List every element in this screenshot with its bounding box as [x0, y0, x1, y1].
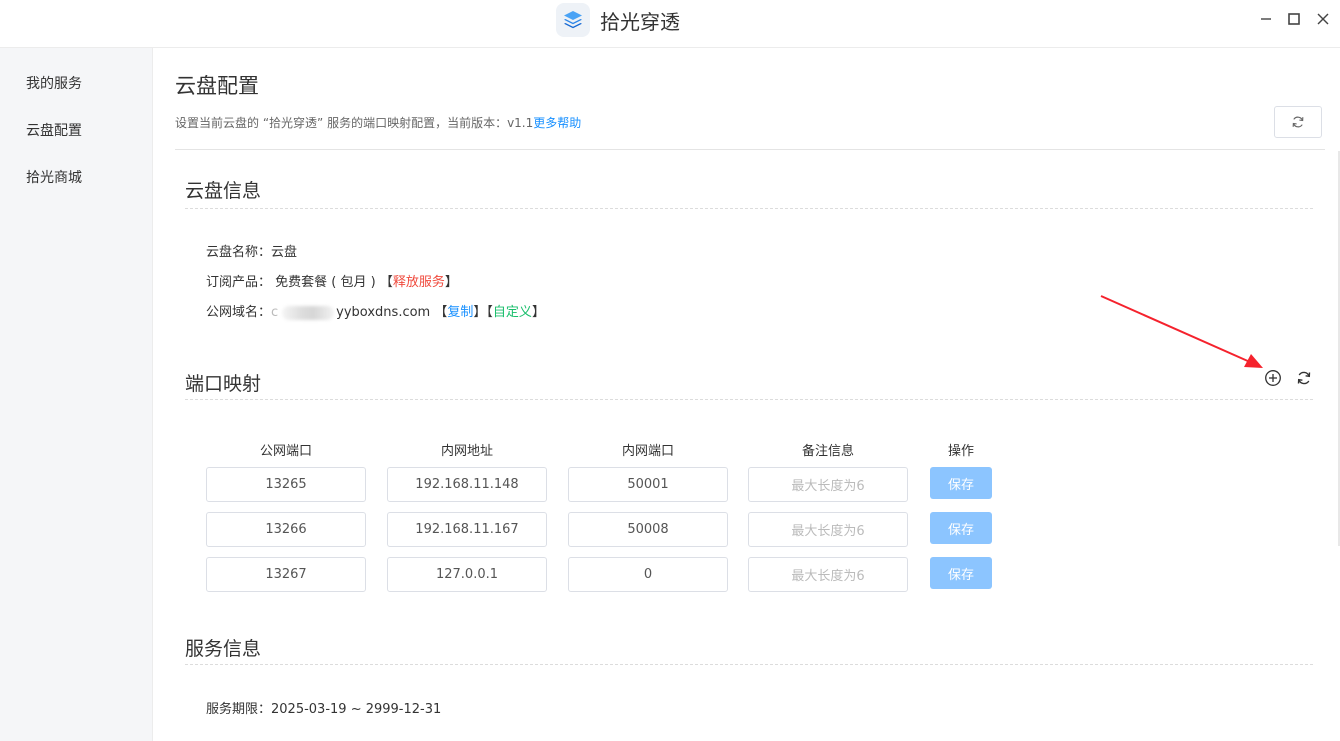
product-row: 订阅产品： 免费套餐 ( 包月 ) 【释放服务】: [206, 271, 458, 290]
save-button[interactable]: 保存: [930, 557, 992, 589]
add-mapping-button[interactable]: [1263, 368, 1283, 388]
main-content: 云盘配置 设置当前云盘的 “拾光穿透” 服务的端口映射配置，当前版本：v1.1更…: [153, 48, 1340, 741]
refresh-icon: [1297, 371, 1311, 385]
section-divider: [185, 399, 1313, 400]
page-title: 云盘配置: [175, 74, 259, 98]
service-period-value: 2025-03-19 ~ 2999-12-31: [271, 702, 442, 717]
note-input[interactable]: 最大长度为6: [748, 512, 908, 547]
bracket-open: 【: [379, 275, 393, 290]
close-button[interactable]: [1312, 8, 1334, 30]
sidebar-item-store[interactable]: 拾光商城: [26, 167, 82, 187]
domain-label: 公网域名：: [206, 305, 272, 320]
layers-icon: [556, 3, 590, 37]
section-divider: [185, 208, 1313, 209]
column-header-lan-port: 内网端口: [621, 444, 674, 459]
lan-address-input[interactable]: 127.0.0.1: [387, 557, 547, 592]
minimize-button[interactable]: [1255, 8, 1277, 30]
app-name: 拾光穿透: [600, 9, 680, 34]
sidebar-item-cloud-config[interactable]: 云盘配置: [26, 120, 82, 140]
service-period-row: 服务期限：2025-03-19 ~ 2999-12-31: [206, 698, 441, 717]
service-period-label: 服务期限：: [206, 702, 272, 717]
page-description: 设置当前云盘的 “拾光穿透” 服务的端口映射配置，当前版本：v1.1更多帮助: [175, 114, 581, 131]
domain-suffix: yyboxdns.com: [336, 305, 431, 320]
domain-row: 公网域名：c yyboxdns.com 【复制】【自定义】: [206, 301, 545, 320]
page-description-text: 设置当前云盘的 “拾光穿透” 服务的端口映射配置，当前版本：v1.1: [175, 116, 534, 130]
bracket-open: 【: [434, 305, 448, 320]
maximize-button[interactable]: [1283, 8, 1305, 30]
note-input[interactable]: 最大长度为6: [748, 467, 908, 502]
bracket-close: 】: [531, 305, 545, 320]
save-button[interactable]: 保存: [930, 467, 992, 499]
product-label: 订阅产品：: [206, 275, 272, 290]
section-title-service-info: 服务信息: [185, 638, 262, 660]
lan-port-input[interactable]: 50001: [568, 467, 728, 502]
column-header-public-port: 公网端口: [259, 444, 312, 459]
lan-address-input[interactable]: 192.168.11.148: [387, 467, 547, 502]
product-value: 免费套餐 ( 包月 ): [275, 275, 376, 290]
public-port-input[interactable]: 13266: [206, 512, 366, 547]
section-divider: [185, 664, 1313, 665]
cloud-name-row: 云盘名称：云盘: [206, 241, 297, 260]
public-port-input[interactable]: 13265: [206, 467, 366, 502]
custom-domain-link[interactable]: 自定义: [493, 305, 532, 320]
release-service-link[interactable]: 释放服务: [393, 275, 445, 290]
column-header-note: 备注信息: [801, 444, 854, 459]
divider: [175, 149, 1325, 150]
public-port-input[interactable]: 13267: [206, 557, 366, 592]
refresh-mapping-button[interactable]: [1294, 368, 1314, 388]
cloud-name-value: 云盘: [271, 245, 298, 260]
sidebar: 我的服务 云盘配置 拾光商城: [0, 48, 153, 741]
refresh-icon: [1292, 116, 1304, 128]
lan-address-input[interactable]: 192.168.11.167: [387, 512, 547, 547]
column-header-action: 操作: [947, 444, 974, 459]
app-title: 拾光穿透: [556, 2, 680, 38]
lan-port-input[interactable]: 50008: [568, 512, 728, 547]
note-input[interactable]: 最大长度为6: [748, 557, 908, 592]
column-header-lan-address: 内网地址: [440, 444, 493, 459]
lan-port-input[interactable]: 0: [568, 557, 728, 592]
section-title-cloud-info: 云盘信息: [185, 180, 262, 202]
domain-redacted: [282, 305, 335, 320]
refresh-button[interactable]: [1274, 106, 1322, 138]
save-button[interactable]: 保存: [930, 512, 992, 544]
bracket-close: 】: [444, 275, 458, 290]
help-link[interactable]: 更多帮助: [533, 116, 581, 130]
plus-circle-icon: [1265, 370, 1281, 386]
title-bar: 拾光穿透: [0, 0, 1340, 48]
domain-prefix: c: [271, 305, 279, 320]
section-title-port-mapping: 端口映射: [185, 373, 262, 395]
bracket-close: 】: [473, 305, 487, 320]
sidebar-item-my-services[interactable]: 我的服务: [26, 73, 82, 93]
copy-link[interactable]: 复制: [447, 305, 473, 320]
cloud-name-label: 云盘名称：: [206, 245, 272, 260]
